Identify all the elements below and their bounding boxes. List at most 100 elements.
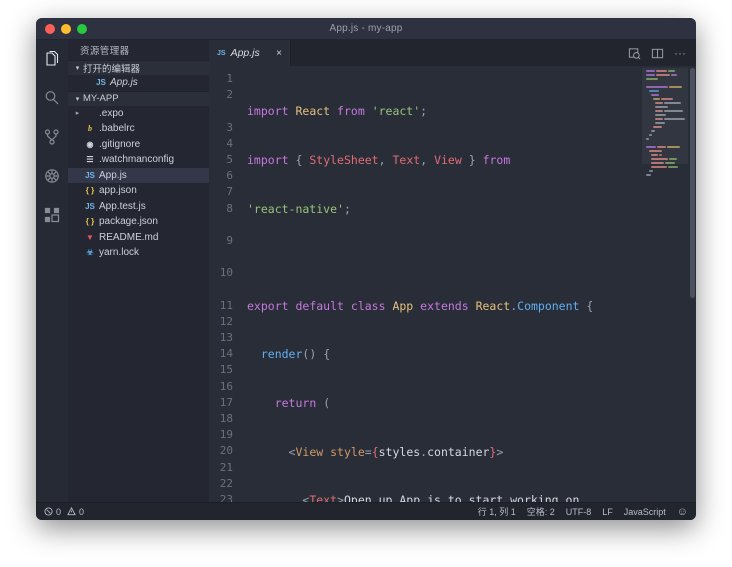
close-icon[interactable]: × [276,48,282,59]
line-number-gutter: 1 2 · 3 4 5 6 7 8 · 9 · 10 · 11 12 13 [209,66,241,502]
tree-item-expo[interactable]: ▸ .expo [68,106,209,122]
tab-app-js[interactable]: JS App.js × [209,40,291,66]
tree-item-label: app.json [99,185,137,196]
git-icon: ◉ [83,140,97,149]
section-project-root-label: MY-APP [83,93,119,104]
status-left: 0 0 [44,507,84,517]
scrollbar-thumb[interactable] [690,68,695,298]
line-number: 16 [209,379,233,395]
status-eol[interactable]: LF [602,507,613,517]
line-number: 6 [209,168,233,184]
split-editor-icon[interactable] [651,47,664,60]
tree-item-yarn-lock[interactable]: ☣ yarn.lock [68,245,209,261]
line-number: 9 [209,233,233,249]
json-icon: { } [83,217,97,226]
js-file-icon: JS [217,50,226,57]
line-number: 14 [209,346,233,362]
status-problems[interactable]: 0 0 [44,507,84,517]
section-project-root[interactable]: ▾ MY-APP [68,91,209,106]
code-line: <Text>Open up App.js to start working on [247,492,642,502]
line-number: 12 [209,314,233,330]
minimap[interactable] [642,66,696,502]
smiley-icon[interactable]: ☺ [677,506,688,518]
error-icon [44,507,53,516]
code-line [247,249,642,265]
status-indentation[interactable]: 空格: 2 [527,505,555,518]
line-number: 11 [209,298,233,314]
extensions-icon[interactable] [41,204,63,226]
line-number: 13 [209,330,233,346]
section-open-editors[interactable]: ▾ 打开的编辑器 [68,60,209,75]
source-control-icon[interactable] [41,126,63,148]
tree-item-app-test-js[interactable]: JS App.test.js [68,199,209,215]
window-controls [36,24,87,34]
list-item-label: App.js [110,77,138,88]
status-cursor-position[interactable]: 行 1, 列 1 [478,505,516,518]
line-number: 17 [209,395,233,411]
tab-bar-filler [291,40,628,66]
code-editor[interactable]: 1 2 · 3 4 5 6 7 8 · 9 · 10 · 11 12 13 [209,66,696,502]
js-file-icon: JS [83,171,97,180]
line-number: 20 [209,443,233,459]
tree-item-label: yarn.lock [99,247,139,258]
tab-label: App.js [231,47,260,59]
more-actions-icon[interactable]: ··· [674,49,686,57]
activity-bar [36,40,68,502]
line-number: 18 [209,411,233,427]
section-open-editors-label: 打开的编辑器 [83,61,140,75]
warning-icon [67,507,76,516]
code-line: return ( [247,395,642,411]
warning-count: 0 [79,507,84,517]
tree-item-watchmanconfig[interactable]: ☰ .watchmanconfig [68,152,209,168]
tree-item-app-js[interactable]: JS App.js [68,168,209,184]
line-number: 4 [209,136,233,152]
tree-item-label: README.md [99,232,158,243]
file-tree: ▸ .expo b .babelrc ◉ .gitignore ☰ [68,106,209,261]
debug-icon[interactable] [41,165,63,187]
js-file-icon: JS [83,202,97,211]
status-language-mode[interactable]: JavaScript [624,507,666,517]
markdown-icon: ▼ [83,233,97,242]
line-number: 15 [209,362,233,378]
tree-item-package-json[interactable]: { } package.json [68,214,209,230]
code-line: render() { [247,346,642,362]
minimize-button[interactable] [61,24,71,34]
tree-item-app-json[interactable]: { } app.json [68,183,209,199]
minimap-viewport-slider[interactable] [642,68,688,164]
list-item[interactable]: JS App.js [68,75,209,91]
editor-area: JS App.js × ··· [209,40,696,502]
status-encoding[interactable]: UTF-8 [566,507,592,517]
vscode-window: App.js - my-app [36,18,696,520]
tree-item-readme-md[interactable]: ▼ README.md [68,230,209,246]
line-number: 8 [209,201,233,217]
code-content[interactable]: import React from 'react'; import { Styl… [241,66,642,502]
tree-item-label: .watchmanconfig [99,154,174,165]
tree-item-gitignore[interactable]: ◉ .gitignore [68,137,209,153]
tree-item-label: package.json [99,216,158,227]
window-title: App.js - my-app [36,23,696,34]
line-number: 19 [209,427,233,443]
line-number: 1 [209,71,233,87]
line-number: 2 [209,87,233,103]
line-number: 5 [209,152,233,168]
line-number: 10 [209,265,233,281]
tree-item-babelrc[interactable]: b .babelrc [68,121,209,137]
tree-item-label: .gitignore [99,139,140,150]
js-file-icon: JS [94,78,108,87]
code-line: <View style={styles.container}> [247,444,642,460]
open-editors-list: JS App.js [68,75,209,91]
editor-scrollbar[interactable] [688,66,696,502]
chevron-right-icon: ▸ [72,109,83,117]
editor-actions: ··· [628,40,696,66]
json-icon: { } [83,186,97,195]
split-preview-icon[interactable] [628,47,641,60]
search-icon[interactable] [41,87,63,109]
config-icon: ☰ [83,155,97,164]
status-bar: 0 0 行 1, 列 1 空格: 2 UTF-8 LF JavaScript ☺ [36,502,696,520]
zoom-button[interactable] [77,24,87,34]
tree-item-label: .babelrc [99,123,135,134]
files-icon[interactable] [41,48,63,70]
close-button[interactable] [45,24,55,34]
babel-icon: b [83,124,97,133]
code-line: import React from 'react'; [247,103,642,119]
